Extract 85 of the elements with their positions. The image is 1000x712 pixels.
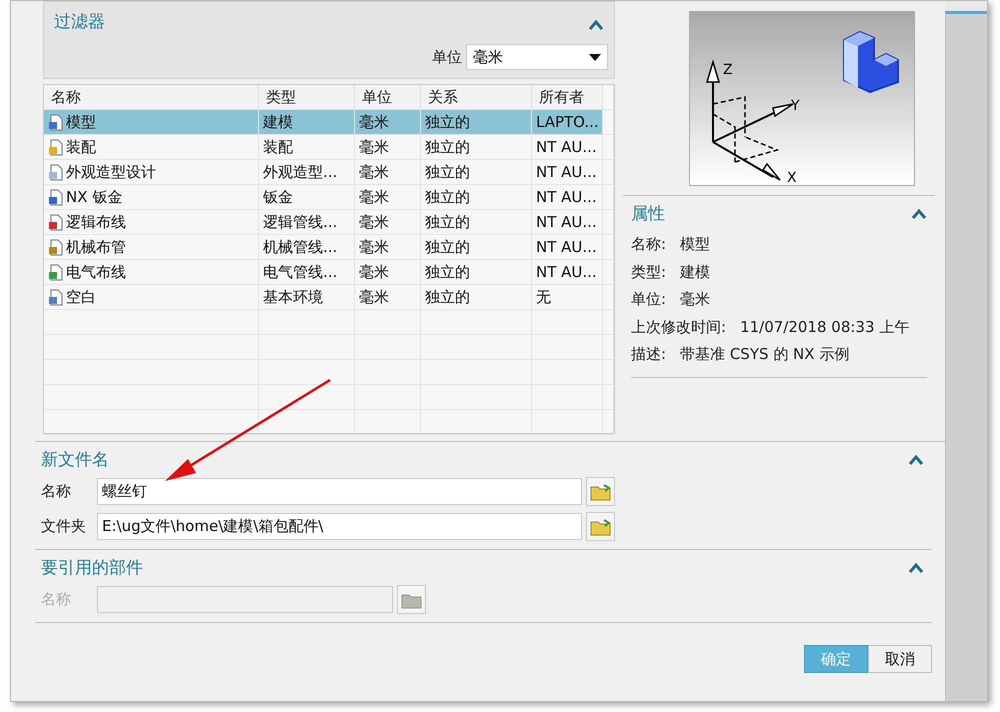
- input-field[interactable]: 螺丝钉: [97, 478, 582, 505]
- table-cell[interactable]: 外观造型设计: [44, 160, 259, 184]
- file-icon: [48, 288, 64, 306]
- table-cell[interactable]: 电气管线...: [259, 260, 355, 284]
- caret-up-icon[interactable]: [911, 208, 927, 220]
- table-cell[interactable]: NT AU...: [532, 210, 603, 234]
- table-cell[interactable]: 逻辑布线: [44, 210, 259, 234]
- file-icon: [48, 214, 64, 230]
- table-cell[interactable]: NT AU...: [532, 260, 603, 284]
- column-header[interactable]: 所有者: [532, 85, 603, 109]
- table-cell[interactable]: 建模: [259, 110, 355, 134]
- table-cell[interactable]: 外观造型...: [259, 160, 355, 184]
- field-label: 名称: [41, 590, 72, 609]
- caret-up-icon[interactable]: [908, 454, 924, 466]
- table-cell[interactable]: 装配: [44, 135, 259, 159]
- property-label: 描述:: [631, 345, 666, 364]
- file-icon: [48, 264, 64, 280]
- block-model-icon: [842, 30, 900, 94]
- table-cell[interactable]: NX 钣金: [44, 185, 259, 209]
- property-label: 类型:: [631, 262, 666, 282]
- table-cell[interactable]: 毫米: [355, 110, 421, 134]
- property-value: 毫米: [680, 290, 710, 310]
- property-label: 上次修改时间:: [631, 318, 726, 337]
- table-cell[interactable]: 机械管线...: [259, 235, 355, 259]
- dropdown-arrow-icon: [589, 54, 601, 60]
- column-header[interactable]: 类型: [259, 85, 355, 109]
- input-field[interactable]: E:\ug文件\home\建模\箱包配件\: [97, 513, 582, 540]
- table-cell[interactable]: NT AU...: [532, 160, 603, 184]
- table-cell[interactable]: NT AU...: [532, 135, 603, 159]
- caret-up-icon[interactable]: [588, 19, 604, 31]
- table-cell[interactable]: 基本环境: [259, 285, 355, 309]
- table-cell[interactable]: 独立的: [421, 135, 532, 159]
- section-title: 新文件名: [41, 450, 109, 470]
- property-value: 建模: [680, 262, 710, 282]
- file-icon: [48, 164, 64, 180]
- table-cell[interactable]: 独立的: [421, 110, 532, 134]
- section-title: 要引用的部件: [41, 558, 143, 578]
- section-title: 属性: [631, 204, 665, 224]
- folder-button[interactable]: [586, 512, 615, 541]
- table-cell[interactable]: 机械布管: [44, 235, 259, 259]
- table-cell[interactable]: 电气布线: [44, 260, 259, 284]
- table-cell[interactable]: NT AU...: [532, 235, 603, 259]
- table-cell[interactable]: 毫米: [355, 160, 421, 184]
- table-cell[interactable]: 模型: [44, 110, 259, 134]
- unit-label: 单位: [432, 48, 462, 66]
- caret-up-icon[interactable]: [908, 562, 924, 574]
- column-header[interactable]: 关系: [421, 85, 532, 109]
- column-header[interactable]: 单位: [355, 85, 421, 109]
- folder-button[interactable]: [586, 477, 615, 506]
- table-cell[interactable]: 独立的: [421, 185, 532, 209]
- table-cell[interactable]: 空白: [44, 285, 259, 309]
- folder-icon: [590, 482, 612, 500]
- table-cell[interactable]: 独立的: [421, 210, 532, 234]
- table-cell[interactable]: 独立的: [421, 235, 532, 259]
- table-cell[interactable]: 毫米: [355, 235, 421, 259]
- table-cell[interactable]: NT AU...: [532, 185, 603, 209]
- property-label: 名称:: [631, 235, 666, 254]
- column-header[interactable]: 名称: [44, 85, 259, 109]
- table-cell[interactable]: 装配: [259, 135, 355, 159]
- folder-icon: [590, 518, 612, 536]
- table-cell[interactable]: 钣金: [259, 185, 355, 209]
- table-cell[interactable]: 逻辑管线...: [259, 210, 355, 234]
- table-cell[interactable]: 独立的: [421, 285, 532, 309]
- table-cell[interactable]: 独立的: [421, 160, 532, 184]
- table-cell[interactable]: 毫米: [355, 260, 421, 284]
- field-label: 名称: [41, 482, 72, 501]
- unit-dropdown[interactable]: 毫米: [466, 44, 608, 70]
- section-title: 过滤器: [54, 12, 105, 32]
- table-cell[interactable]: 毫米: [355, 285, 421, 309]
- property-label: 单位:: [631, 290, 666, 310]
- property-value: 模型: [680, 235, 710, 254]
- file-icon: [48, 238, 64, 256]
- property-value: 带基准 CSYS 的 NX 示例: [680, 345, 850, 364]
- table-cell[interactable]: LAPTO...: [532, 110, 603, 134]
- dialog-button[interactable]: 取消: [868, 645, 932, 673]
- table-cell[interactable]: 无: [532, 285, 603, 309]
- field-label: 文件夹: [41, 517, 87, 536]
- file-icon: [48, 138, 64, 156]
- file-icon: [48, 188, 64, 206]
- file-icon: [48, 114, 64, 130]
- table-cell[interactable]: 毫米: [355, 210, 421, 234]
- property-value: 11/07/2018 08:33 上午: [740, 318, 910, 337]
- table-cell[interactable]: 独立的: [421, 260, 532, 284]
- table-cell[interactable]: 毫米: [355, 135, 421, 159]
- table-cell[interactable]: 毫米: [355, 185, 421, 209]
